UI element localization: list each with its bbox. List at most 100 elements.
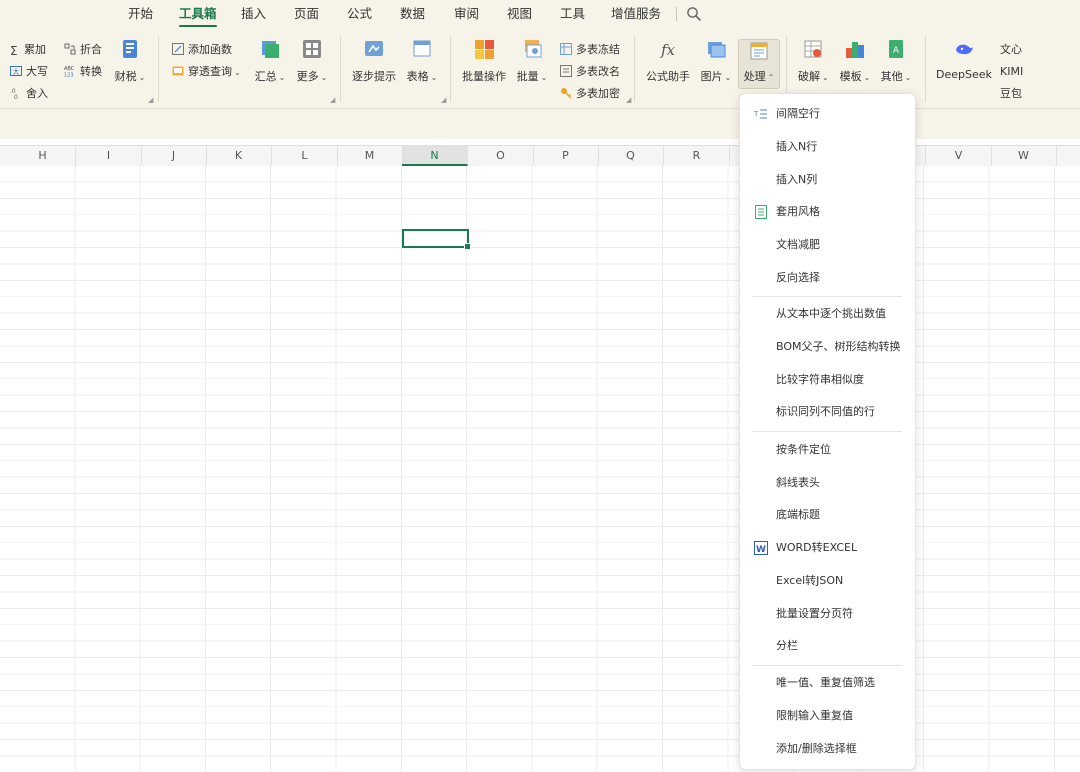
menu-item-locate-by-condition[interactable]: 按条件定位 bbox=[740, 436, 915, 464]
tab-formula[interactable]: 公式 bbox=[347, 0, 372, 28]
menu-item-label: 反向选择 bbox=[776, 271, 820, 284]
group-separator bbox=[634, 36, 635, 102]
multi-sheet-freeze-label: 多表冻结 bbox=[576, 43, 620, 56]
menu-item-interval-blank-rows[interactable]: T 间隔空行 bbox=[740, 100, 915, 128]
tab-insert[interactable]: 插入 bbox=[241, 0, 266, 28]
step-hint-icon bbox=[365, 41, 383, 56]
menu-item-extract-numbers[interactable]: 从文本中逐个挑出数值 bbox=[740, 300, 915, 328]
menu-item-reverse-selection[interactable]: 反向选择 bbox=[740, 264, 915, 292]
column-header-m[interactable]: M bbox=[337, 146, 403, 166]
column-header-w[interactable]: W bbox=[991, 146, 1057, 166]
column-header-h[interactable]: H bbox=[10, 146, 76, 166]
convert-button[interactable]: ABC 123 转换 bbox=[64, 64, 102, 80]
search-icon[interactable] bbox=[686, 6, 702, 22]
more-button[interactable]: 更多 ⌄ bbox=[296, 38, 328, 84]
process-button[interactable]: 处理 ⌃ bbox=[738, 39, 780, 89]
spreadsheet-grid[interactable] bbox=[0, 166, 1080, 772]
column-header-r[interactable]: R bbox=[664, 146, 730, 166]
column-header-o[interactable]: O bbox=[468, 146, 534, 166]
menu-item-restrict-duplicates[interactable]: 限制输入重复值 bbox=[740, 702, 915, 730]
add-function-label: 添加函数 bbox=[188, 43, 232, 56]
menu-item-batch-page-break[interactable]: 批量设置分页符 bbox=[740, 600, 915, 628]
menu-item-insert-n-columns[interactable]: 插入N列 bbox=[740, 166, 915, 194]
group-launcher-icon[interactable]: ◢ bbox=[330, 96, 335, 104]
group-launcher-icon[interactable]: ◢ bbox=[148, 96, 153, 104]
column-header-q[interactable]: Q bbox=[598, 146, 664, 166]
table-button[interactable]: 表格 ⌄ bbox=[406, 38, 438, 84]
tab-toolbox[interactable]: 工具箱 bbox=[179, 0, 217, 28]
tab-tools[interactable]: 工具 bbox=[560, 0, 585, 28]
summary-button[interactable]: 汇总 ⌄ bbox=[254, 38, 286, 84]
tab-page[interactable]: 页面 bbox=[294, 0, 319, 28]
menu-item-add-remove-checkbox[interactable]: 添加/删除选择框 bbox=[740, 735, 915, 763]
column-header-j[interactable]: J bbox=[141, 146, 207, 166]
column-header-l[interactable]: L bbox=[272, 146, 338, 166]
batch-label: 批量 bbox=[516, 70, 539, 83]
template-button[interactable]: 模板 ⌄ bbox=[839, 38, 871, 84]
column-header-n[interactable]: N bbox=[402, 146, 468, 166]
other-icon: A bbox=[889, 40, 903, 58]
menu-item-mark-different-rows[interactable]: 标识同列不同值的行 bbox=[740, 398, 915, 426]
round-button[interactable]: .0 0 舍入 bbox=[10, 86, 48, 102]
menu-item-insert-n-rows[interactable]: 插入N行 bbox=[740, 133, 915, 161]
uppercase-icon: 大 bbox=[10, 66, 22, 76]
tab-value-added-services[interactable]: 增值服务 bbox=[611, 0, 661, 28]
menu-item-bom-tree-convert[interactable]: BOM父子、树形结构转换 bbox=[740, 333, 915, 361]
wenxin-button[interactable]: 文心 bbox=[1000, 42, 1022, 58]
drill-query-button[interactable]: 穿透查询 ⌄ bbox=[172, 64, 241, 80]
summary-label: 汇总 bbox=[254, 70, 277, 83]
other-button[interactable]: A 其他 ⌄ bbox=[880, 38, 912, 84]
group-launcher-icon[interactable]: ◢ bbox=[441, 96, 446, 104]
chevron-down-icon: ⌄ bbox=[234, 68, 241, 77]
group-launcher-icon[interactable]: ◢ bbox=[626, 96, 631, 104]
batch-operation-button[interactable]: 批量操作 bbox=[462, 38, 506, 84]
uppercase-button[interactable]: 大大写 bbox=[10, 64, 48, 80]
doubao-button[interactable]: 豆包 bbox=[1000, 86, 1022, 102]
tax-icon bbox=[123, 40, 137, 58]
column-header-i[interactable]: I bbox=[76, 146, 142, 166]
chevron-down-icon: ⌄ bbox=[320, 73, 328, 82]
multi-sheet-rename-button[interactable]: 多表改名 bbox=[560, 64, 620, 80]
table-label: 表格 bbox=[406, 70, 429, 83]
batch-operation-label: 批量操作 bbox=[462, 70, 506, 83]
accumulate-button[interactable]: Σ 累加 bbox=[10, 42, 46, 58]
column-header-p[interactable]: P bbox=[533, 146, 599, 166]
multi-sheet-encrypt-button[interactable]: 多表加密 bbox=[560, 86, 620, 102]
multi-sheet-freeze-button[interactable]: 多表冻结 bbox=[560, 42, 620, 58]
svg-text:ABC: ABC bbox=[64, 66, 75, 72]
formula-assistant-button[interactable]: fx 公式助手 bbox=[646, 38, 690, 84]
tab-review[interactable]: 审阅 bbox=[454, 0, 479, 28]
menu-item-diagonal-header[interactable]: 斜线表头 bbox=[740, 469, 915, 497]
menu-item-label: 按条件定位 bbox=[776, 443, 831, 456]
multi-sheet-rename-label: 多表改名 bbox=[576, 65, 620, 78]
column-header-v[interactable]: V bbox=[926, 146, 992, 166]
active-cell[interactable] bbox=[402, 229, 471, 250]
interval-blank-rows-icon: T bbox=[754, 109, 767, 119]
tab-view[interactable]: 视图 bbox=[507, 0, 532, 28]
menu-item-bottom-title[interactable]: 底端标题 bbox=[740, 501, 915, 529]
tab-data[interactable]: 数据 bbox=[400, 0, 425, 28]
batch-button[interactable]: 批量 ⌄ bbox=[516, 38, 548, 84]
picture-button[interactable]: 图片 ⌄ bbox=[700, 38, 732, 84]
svg-text:fx: fx bbox=[660, 41, 676, 59]
menu-item-excel-to-json[interactable]: Excel转JSON bbox=[740, 567, 915, 595]
kimi-button[interactable]: KIMI bbox=[1000, 64, 1023, 80]
tax-button[interactable]: 财税 ⌄ bbox=[112, 38, 148, 84]
menu-item-string-similarity[interactable]: 比较字符串相似度 bbox=[740, 366, 915, 394]
crack-button[interactable]: 破解 ⌄ bbox=[798, 38, 829, 84]
tab-start[interactable]: 开始 bbox=[128, 0, 153, 28]
column-header-k[interactable]: K bbox=[206, 146, 272, 166]
menu-item-apply-style[interactable]: 套用风格 bbox=[740, 198, 915, 226]
group-separator bbox=[340, 36, 341, 102]
chevron-down-icon: ⌄ bbox=[822, 73, 829, 82]
add-function-button[interactable]: 添加函数 bbox=[172, 42, 232, 58]
menu-item-columns-split[interactable]: 分栏 bbox=[740, 632, 915, 660]
menu-item-unique-duplicate-filter[interactable]: 唯一值、重复值筛选 bbox=[740, 669, 915, 697]
convert-fold-button[interactable]: 折合 bbox=[64, 42, 102, 58]
menu-item-word-to-excel[interactable]: W WORD转EXCEL bbox=[740, 534, 915, 562]
deepseek-button[interactable]: DeepSeek bbox=[936, 38, 992, 81]
menu-item-document-slim[interactable]: 文档减肥 bbox=[740, 231, 915, 259]
menu-item-label: 批量设置分页符 bbox=[776, 607, 853, 620]
step-hint-button[interactable]: 逐步提示 bbox=[352, 38, 396, 84]
step-hint-label: 逐步提示 bbox=[352, 70, 396, 83]
